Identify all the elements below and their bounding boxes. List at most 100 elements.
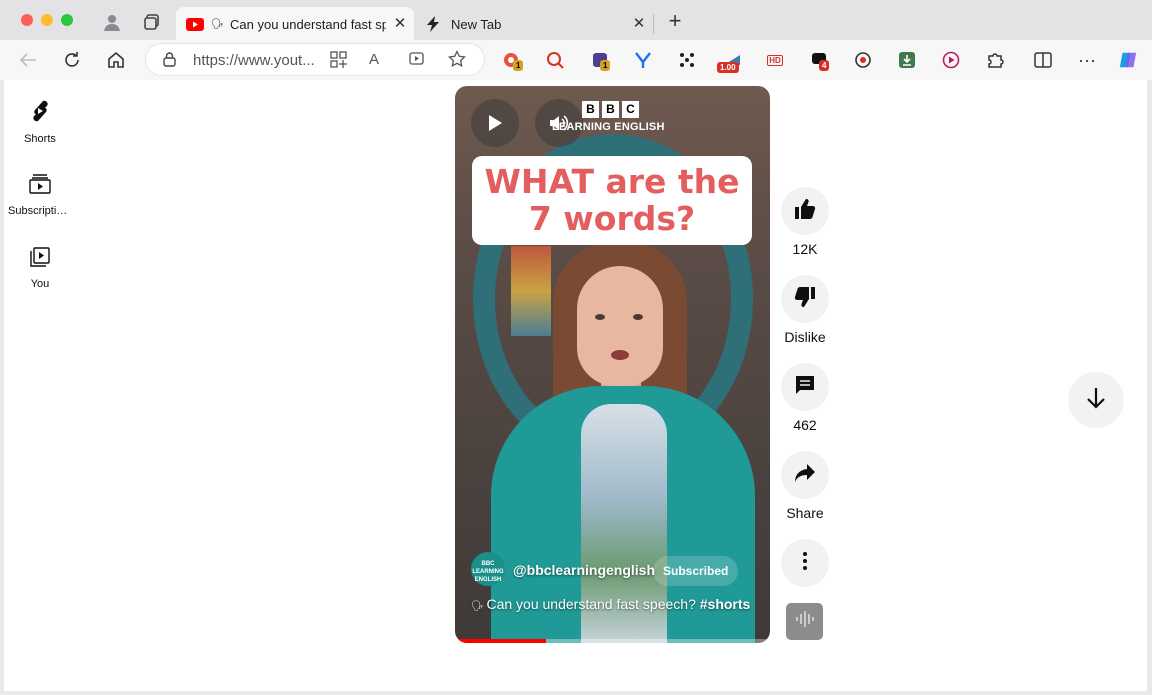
bbc-logo-subtitle: LEARNING ENGLISH [552,121,665,133]
ext-scatter-icon[interactable] [677,50,697,70]
ext-record-icon[interactable] [853,50,873,70]
video-title[interactable]: 🗣 Can you understand fast speech? #short… [471,596,750,612]
next-video-button[interactable] [1068,372,1124,428]
sound-track-thumbnail[interactable] [786,603,823,640]
ext-chat-icon[interactable]: 4 [809,50,830,71]
more-actions[interactable] [781,539,829,587]
vertical-dots-icon [802,551,808,576]
arrow-down-icon [1086,387,1106,414]
ext-hd-icon[interactable]: HD [765,50,785,70]
ext-play-circle-icon[interactable] [941,50,961,70]
speech-emoji-icon: 🗣 [211,19,224,30]
minimize-window-button[interactable] [41,14,53,26]
url-text: https://www.yout... [193,52,315,69]
bbc-logo-letter: B [582,101,599,118]
share-action[interactable]: Share [781,451,829,521]
shorts-icon [30,100,50,126]
lightning-icon [426,16,440,37]
video-caption-card: WHAT are the 7 words? [472,156,752,245]
share-arrow-icon [794,463,816,488]
subscriptions-icon [29,174,51,198]
share-button[interactable] [781,451,829,499]
sidebar-item-subscriptions[interactable]: Subscriptions [4,174,76,217]
like-count: 12K [792,241,818,257]
tab-title: New Tab [451,17,502,32]
thumbs-down-icon [794,286,816,313]
browser-toolbar: https://www.yout... A 1 1 1.00 HD 4 ··· [0,40,1152,80]
new-tab-button[interactable]: + [664,10,686,33]
video-title-text: Can you understand fast speech? [486,596,696,612]
dislike-action[interactable]: Dislike [781,275,829,345]
ext-y-logo-icon[interactable] [633,50,653,70]
dislike-label: Dislike [784,329,826,345]
close-tab-icon[interactable]: ✕ [392,16,408,32]
you-icon [30,247,50,271]
refresh-icon[interactable] [60,48,84,72]
extensions-puzzle-icon[interactable] [985,50,1005,70]
dislike-button[interactable] [781,275,829,323]
profile-icon[interactable] [101,11,123,33]
sidebar-item-label: Subscriptions [8,205,72,217]
sidebar-item-you[interactable]: You [4,247,76,290]
audio-wave-icon [795,610,815,633]
subscribed-button[interactable]: Subscribed [653,556,739,586]
home-icon[interactable] [104,48,128,72]
comments-button[interactable] [781,363,829,411]
back-arrow-icon[interactable] [16,48,40,72]
share-label: Share [786,505,824,521]
workspaces-icon[interactable] [141,11,163,33]
ext-download-icon[interactable] [897,50,917,70]
youtube-favicon-icon [186,18,204,36]
tab-title: Can you understand fast speech? #shorts [230,17,386,32]
caption-line: WHAT are the [484,162,740,201]
more-actions-button[interactable] [781,539,829,587]
close-tab-icon[interactable]: ✕ [631,16,647,32]
presenter-eye [595,314,605,320]
ext-speed-icon[interactable]: 1.00 [717,50,744,73]
ext-puzzle-dark-icon[interactable]: 1 [590,50,611,71]
ext-magnifier-icon[interactable] [545,50,565,70]
channel-handle-link[interactable]: @bbclearningenglish [513,562,655,578]
close-window-button[interactable] [21,14,33,26]
lock-icon [163,52,176,72]
bbc-logo-letter: C [622,101,639,118]
like-action[interactable]: 12K [781,187,829,257]
channel-avatar[interactable]: BBC LEARNING ENGLISH [471,552,505,586]
sidebar-item-label: Shorts [24,133,56,145]
split-screen-icon[interactable] [1033,50,1053,70]
bbc-logo-letter: B [602,101,619,118]
tab-divider [653,14,654,34]
tab-youtube-shorts[interactable]: 🗣 Can you understand fast speech? #short… [176,7,414,42]
video-progress-bar[interactable] [455,639,770,643]
tab-new-tab[interactable]: New Tab ✕ [416,7,656,42]
address-bar[interactable]: https://www.yout... A [146,44,484,75]
video-progress-fill [455,639,547,643]
browser-titlebar: 🗣 Can you understand fast speech? #short… [0,0,1152,42]
video-background-shelf [511,246,551,336]
favorite-star-icon[interactable] [448,49,466,73]
apps-grid-icon[interactable] [330,51,347,73]
ext-red-circle-icon[interactable]: 1 [501,50,524,71]
speech-emoji-icon: 🗣 [471,601,487,612]
caption-line: 7 words? [528,199,696,238]
play-button[interactable] [471,99,519,147]
presenter-eye [633,314,643,320]
hashtag-link[interactable]: #shorts [700,596,751,612]
channel-avatar-text: BBC LEARNING ENGLISH [472,561,504,583]
copilot-icon[interactable] [1118,50,1138,70]
sidebar-item-shorts[interactable]: Shorts [4,100,76,145]
comment-count: 462 [793,417,817,433]
like-button[interactable] [781,187,829,235]
media-control-icon[interactable] [409,52,426,72]
short-video-player[interactable]: B B C LEARNING ENGLISH WHAT are the 7 wo… [455,86,770,643]
bbc-logo: B B C [582,101,639,118]
more-options-icon[interactable]: ··· [1077,50,1097,70]
comment-icon [794,374,816,401]
maximize-window-button[interactable] [61,14,73,26]
sidebar-item-label: You [30,278,50,290]
read-aloud-icon[interactable]: A [369,51,379,68]
presenter-mouth [611,350,629,360]
presenter-face [577,266,663,386]
thumbs-up-icon [794,198,816,225]
comments-action[interactable]: 462 [781,363,829,433]
